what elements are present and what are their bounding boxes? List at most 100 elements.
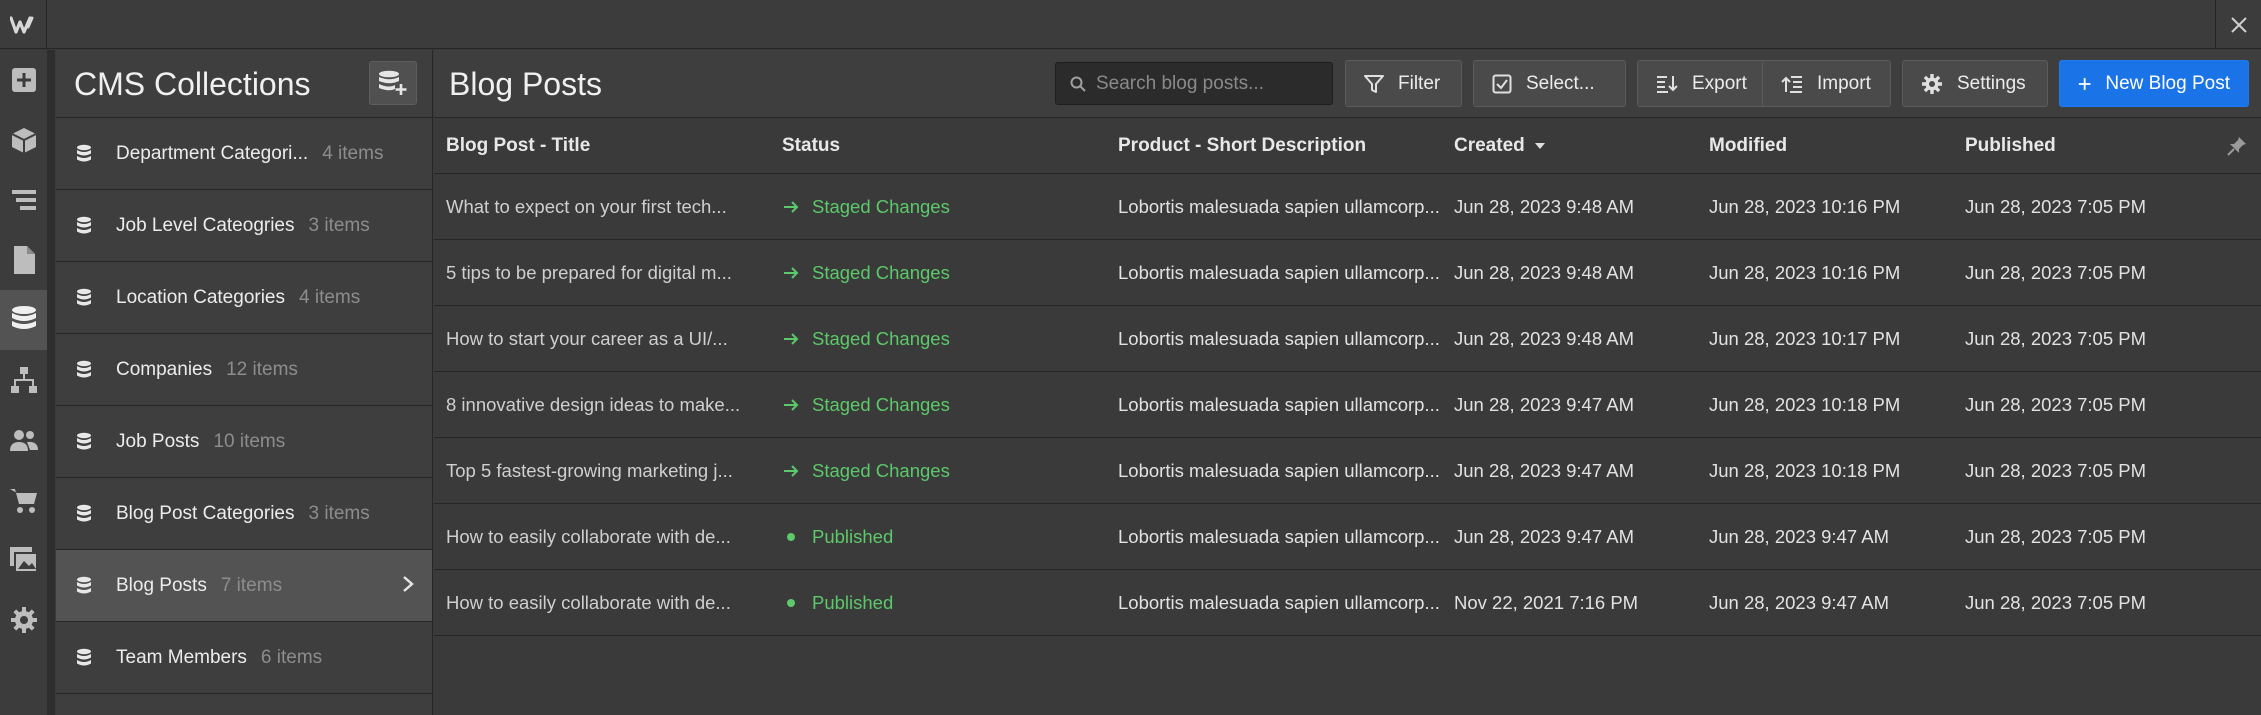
column-description[interactable]: Product - Short Description bbox=[1118, 135, 1366, 157]
search-icon bbox=[1070, 76, 1086, 92]
page-title: Blog Posts bbox=[449, 66, 602, 102]
collection-item[interactable]: Team Members 6 items bbox=[56, 622, 432, 694]
add-collection-button[interactable] bbox=[369, 61, 417, 105]
collection-item[interactable]: Blog Post Categories 3 items bbox=[56, 478, 432, 550]
pin-icon[interactable] bbox=[2227, 136, 2247, 161]
webflow-logo-icon[interactable] bbox=[0, 0, 47, 49]
collection-count: 4 items bbox=[322, 142, 384, 164]
collection-item[interactable]: Location Categories 4 items bbox=[56, 262, 432, 334]
cell-description: Lobortis malesuada sapien ullamcorp... bbox=[1118, 262, 1440, 283]
column-published[interactable]: Published bbox=[1965, 135, 2056, 157]
arrow-right-icon bbox=[782, 332, 800, 346]
cell-modified: Jun 28, 2023 10:16 PM bbox=[1709, 262, 1901, 283]
cms-app: CMS Collections Department Categori... 4 … bbox=[0, 0, 2261, 715]
database-icon[interactable] bbox=[0, 290, 47, 350]
collection-name: Department Categori... bbox=[116, 142, 309, 164]
collections-title: CMS Collections bbox=[74, 66, 311, 102]
cell-modified: Jun 28, 2023 9:47 AM bbox=[1709, 526, 1889, 547]
add-icon[interactable] bbox=[0, 50, 47, 110]
arrow-right-icon bbox=[782, 200, 800, 214]
checkbox-icon bbox=[1492, 74, 1512, 93]
database-icon bbox=[76, 143, 98, 165]
cell-status: Published bbox=[782, 526, 893, 548]
filter-icon bbox=[1364, 74, 1384, 93]
table-row[interactable]: 5 tips to be prepared for digital m... St… bbox=[434, 240, 2261, 306]
cell-created: Jun 28, 2023 9:48 AM bbox=[1454, 328, 1634, 349]
collection-count: 4 items bbox=[299, 286, 361, 308]
collection-header: Blog Posts Filter Select... Export Impor… bbox=[434, 50, 2261, 118]
database-icon bbox=[76, 503, 98, 525]
cart-icon[interactable] bbox=[0, 470, 47, 530]
column-status[interactable]: Status bbox=[782, 135, 840, 157]
column-title[interactable]: Blog Post - Title bbox=[446, 135, 590, 157]
cell-title: How to easily collaborate with de... bbox=[446, 592, 731, 613]
status-label: Staged Changes bbox=[812, 262, 950, 283]
cell-published: Jun 28, 2023 7:05 PM bbox=[1965, 526, 2147, 547]
table-row[interactable]: How to easily collaborate with de... Publ… bbox=[434, 504, 2261, 570]
import-icon bbox=[1781, 75, 1802, 93]
cell-description: Lobortis malesuada sapien ullamcorp... bbox=[1118, 460, 1440, 481]
collection-item[interactable]: Blog Posts 7 items bbox=[56, 550, 432, 622]
select-label: Select... bbox=[1526, 72, 1595, 94]
gear-icon[interactable] bbox=[0, 590, 47, 650]
cell-status: Staged Changes bbox=[782, 196, 950, 218]
search-box[interactable] bbox=[1055, 62, 1333, 105]
collection-name: Companies bbox=[116, 358, 213, 380]
table-row[interactable]: What to expect on your first tech... Stag… bbox=[434, 174, 2261, 240]
collection-item[interactable]: Job Posts 10 items bbox=[56, 406, 432, 478]
search-input[interactable] bbox=[1096, 72, 1326, 95]
collection-item[interactable]: Companies 12 items bbox=[56, 334, 432, 406]
cell-created: Jun 28, 2023 9:47 AM bbox=[1454, 526, 1634, 547]
status-label: Published bbox=[812, 592, 894, 613]
cell-modified: Jun 28, 2023 10:17 PM bbox=[1709, 328, 1901, 349]
cell-description: Lobortis malesuada sapien ullamcorp... bbox=[1118, 394, 1440, 415]
table-row[interactable]: How to start your career as a UI/... Stag… bbox=[434, 306, 2261, 372]
status-label: Published bbox=[812, 526, 894, 547]
export-button[interactable]: Export bbox=[1637, 60, 1768, 107]
settings-button[interactable]: Settings bbox=[1902, 60, 2048, 107]
status-label: Staged Changes bbox=[812, 460, 950, 481]
navigator-icon[interactable] bbox=[0, 170, 47, 230]
cell-title: How to start your career as a UI/... bbox=[446, 328, 728, 349]
cell-title: Top 5 fastest-growing marketing j... bbox=[446, 460, 733, 481]
pages-icon[interactable] bbox=[0, 230, 47, 290]
cell-description: Lobortis malesuada sapien ullamcorp... bbox=[1118, 328, 1440, 349]
export-icon bbox=[1657, 75, 1678, 93]
collection-count: 7 items bbox=[220, 574, 283, 596]
chevron-right-icon bbox=[402, 575, 414, 598]
collection-item[interactable]: Department Categori... 4 items bbox=[56, 118, 432, 190]
table-row[interactable]: Top 5 fastest-growing marketing j... Stag… bbox=[434, 438, 2261, 504]
users-icon[interactable] bbox=[0, 410, 47, 470]
new-blog-post-button[interactable]: New Blog Post bbox=[2059, 60, 2249, 107]
collection-name: Job Posts bbox=[116, 430, 200, 452]
collection-item[interactable]: Job Level Cateogries 3 items bbox=[56, 190, 432, 262]
arrow-right-icon bbox=[782, 398, 800, 412]
cube-icon[interactable] bbox=[0, 110, 47, 170]
column-created[interactable]: Created bbox=[1454, 135, 1546, 157]
table-header: Blog Post - Title Status Product - Short… bbox=[434, 118, 2261, 174]
column-modified[interactable]: Modified bbox=[1709, 135, 1787, 157]
close-icon[interactable] bbox=[2215, 0, 2261, 49]
collection-count: 3 items bbox=[308, 214, 370, 236]
cell-created: Jun 28, 2023 9:48 AM bbox=[1454, 196, 1634, 217]
collections-panel: CMS Collections Department Categori... 4 … bbox=[56, 50, 433, 715]
collections-header: CMS Collections bbox=[56, 50, 432, 118]
flow-icon[interactable] bbox=[0, 350, 47, 410]
assets-icon[interactable] bbox=[0, 530, 47, 590]
cell-modified: Jun 28, 2023 10:18 PM bbox=[1709, 394, 1901, 415]
collection-name: Blog Posts bbox=[116, 574, 207, 596]
cell-published: Jun 28, 2023 7:05 PM bbox=[1965, 262, 2147, 283]
table-row[interactable]: 8 innovative design ideas to make... Stag… bbox=[434, 372, 2261, 438]
status-label: Staged Changes bbox=[812, 196, 950, 217]
import-button[interactable]: Import bbox=[1762, 60, 1891, 107]
cell-title: 5 tips to be prepared for digital m... bbox=[446, 262, 732, 283]
cell-published: Jun 28, 2023 7:05 PM bbox=[1965, 328, 2147, 349]
gear-icon bbox=[1922, 73, 1942, 94]
filter-button[interactable]: Filter bbox=[1345, 60, 1462, 107]
database-icon bbox=[76, 215, 98, 237]
select-button[interactable]: Select... bbox=[1473, 60, 1626, 107]
database-icon bbox=[76, 431, 98, 453]
table-row[interactable]: How to easily collaborate with de... Publ… bbox=[434, 570, 2261, 636]
cell-created: Jun 28, 2023 9:47 AM bbox=[1454, 460, 1634, 481]
add-collection-icon bbox=[379, 70, 407, 95]
